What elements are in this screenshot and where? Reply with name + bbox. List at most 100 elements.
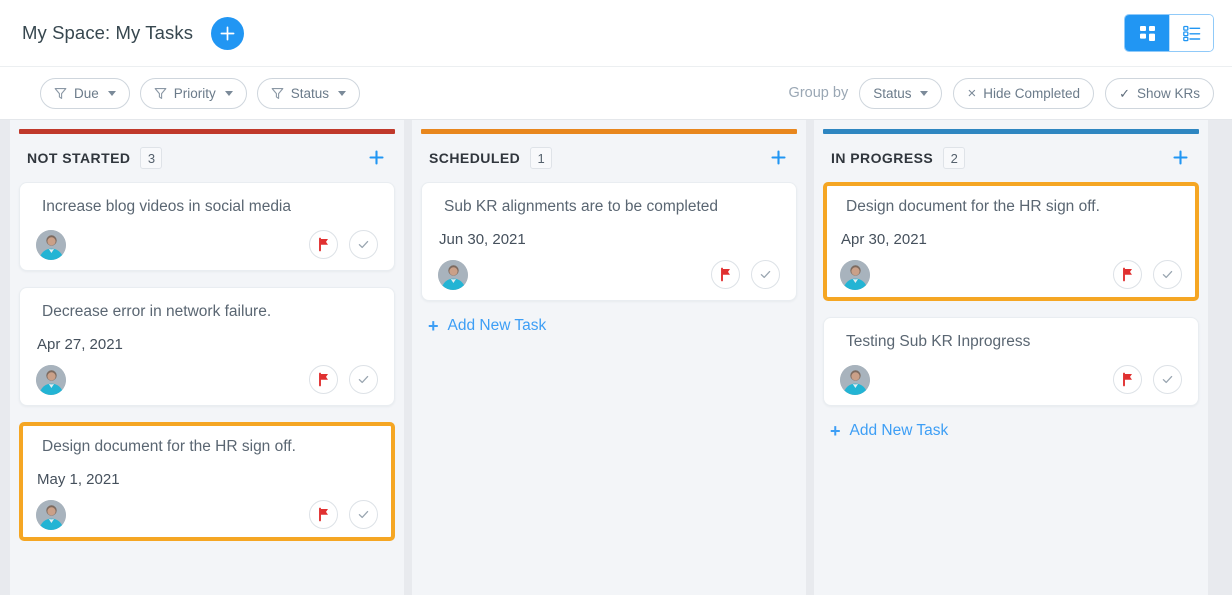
column-add-button[interactable] [1169, 145, 1192, 171]
task-card[interactable]: Decrease error in network failure. Apr 27… [19, 286, 395, 406]
hide-completed-button[interactable]: × Hide Completed [953, 77, 1095, 109]
add-new-task-link[interactable]: + Add New Task [421, 315, 552, 337]
plus-icon: + [428, 315, 439, 336]
filter-icon [271, 87, 284, 99]
column-title: NOT STARTED [27, 150, 131, 166]
flag-button[interactable] [309, 365, 338, 395]
hide-completed-label: Hide Completed [983, 85, 1081, 101]
task-card-title: Increase blog videos in social media [42, 198, 291, 215]
task-card-title: Sub KR alignments are to be completed [444, 198, 718, 215]
task-card-date: Apr 27, 2021 [37, 335, 123, 353]
flag-icon [319, 238, 328, 252]
task-card-date: May 1, 2021 [37, 470, 120, 488]
column-add-button[interactable] [365, 145, 388, 171]
filter-icon [154, 87, 167, 99]
grid-view-icon [1139, 25, 1155, 41]
filter-due-button[interactable]: Due [40, 77, 130, 109]
filter-due-label: Due [74, 85, 99, 101]
show-krs-button[interactable]: ✓ Show KRs [1105, 77, 1214, 109]
plus-icon: + [830, 420, 841, 441]
task-card-title: Decrease error in network failure. [42, 302, 272, 320]
task-card-selected[interactable]: Design document for the HR sign off. May … [19, 421, 395, 541]
avatar[interactable] [36, 499, 66, 530]
complete-task-button[interactable] [1153, 260, 1182, 290]
task-card[interactable]: Increase blog videos in social media [19, 182, 395, 271]
task-card-footer [36, 499, 378, 530]
complete-task-button[interactable] [1153, 365, 1182, 395]
flag-icon [721, 268, 730, 282]
chevron-down-icon [107, 90, 116, 96]
task-card[interactable]: Sub KR alignments are to be completed Jun… [421, 182, 797, 301]
flag-button[interactable] [711, 260, 740, 290]
avatar[interactable] [438, 259, 468, 290]
kanban-column: SCHEDULED 1 Sub KR alignments are to be co… [412, 120, 806, 595]
complete-task-button[interactable] [349, 365, 378, 395]
user-avatar [840, 364, 870, 395]
grid-view-button[interactable] [1125, 15, 1169, 51]
flag-button[interactable] [1113, 365, 1142, 395]
page-title: My Space: My Tasks [22, 22, 194, 43]
column-header: NOT STARTED 3 [10, 134, 404, 182]
check-circle-icon [1162, 376, 1173, 384]
user-avatar [36, 229, 66, 260]
plus-icon [1173, 150, 1188, 165]
chevron-down-icon [224, 90, 233, 96]
filter-priority-label: Priority [173, 85, 216, 101]
user-avatar [36, 364, 66, 395]
user-avatar [36, 499, 66, 530]
filter-priority-button[interactable]: Priority [139, 77, 247, 109]
column-header: IN PROGRESS 2 [814, 134, 1208, 182]
flag-icon [319, 372, 328, 387]
avatar[interactable] [840, 364, 870, 395]
column-count-badge: 2 [943, 147, 966, 169]
flag-icon [319, 507, 328, 522]
check-circle-icon [358, 241, 369, 249]
column-card-list: Sub KR alignments are to be completed Jun… [412, 182, 806, 595]
plus-icon [220, 26, 235, 40]
column-title: SCHEDULED [429, 150, 521, 166]
app-header: My Space: My Tasks [0, 0, 1232, 66]
plus-icon [369, 150, 384, 165]
kanban-column: NOT STARTED 3 Increase blog videos in soci… [10, 120, 404, 595]
check-circle-icon [760, 271, 771, 279]
task-card-date: Jun 30, 2021 [439, 230, 526, 248]
kanban-app: My Space: My Tasks Due Priority Status G… [0, 0, 1232, 595]
chevron-down-icon [920, 90, 929, 96]
group-by-select[interactable]: Status [859, 77, 943, 109]
complete-task-button[interactable] [349, 500, 378, 530]
task-card-footer [36, 229, 378, 260]
show-krs-label: Show KRs [1136, 85, 1200, 101]
task-card-footer [840, 259, 1182, 290]
flag-button[interactable] [309, 230, 338, 260]
kanban-column: IN PROGRESS 2 Design document for the HR s… [814, 120, 1208, 595]
task-card-date: Apr 30, 2021 [841, 230, 927, 248]
add-task-fab[interactable] [211, 16, 245, 50]
flag-icon [1123, 268, 1132, 282]
user-avatar [438, 259, 468, 290]
kanban-board: NOT STARTED 3 Increase blog videos in soci… [0, 120, 1232, 595]
check-circle-icon [358, 511, 369, 519]
flag-button[interactable] [1113, 260, 1142, 290]
task-card-footer [36, 364, 378, 395]
list-view-button[interactable] [1169, 15, 1213, 51]
task-card-selected[interactable]: Design document for the HR sign off. Apr … [823, 182, 1199, 301]
complete-task-button[interactable] [349, 230, 378, 260]
avatar[interactable] [36, 364, 66, 395]
group-by-value: Status [873, 85, 912, 101]
column-add-button[interactable] [767, 145, 790, 171]
filter-icon [54, 87, 67, 99]
view-toggle-group [1124, 14, 1214, 52]
avatar[interactable] [840, 259, 870, 290]
column-card-list: Increase blog videos in social media Decr… [10, 182, 404, 595]
column-count-badge: 3 [140, 147, 163, 169]
complete-task-button[interactable] [751, 260, 780, 290]
add-new-task-label: Add New Task [447, 316, 547, 334]
column-count-badge: 1 [530, 147, 553, 169]
avatar[interactable] [36, 229, 66, 260]
flag-button[interactable] [309, 500, 338, 530]
task-card[interactable]: Testing Sub KR Inprogress [823, 316, 1199, 406]
check-circle-icon [358, 376, 369, 384]
filter-status-button[interactable]: Status [256, 77, 361, 109]
add-new-task-link[interactable]: + Add New Task [823, 420, 954, 442]
column-card-list: Design document for the HR sign off. Apr … [814, 182, 1208, 595]
